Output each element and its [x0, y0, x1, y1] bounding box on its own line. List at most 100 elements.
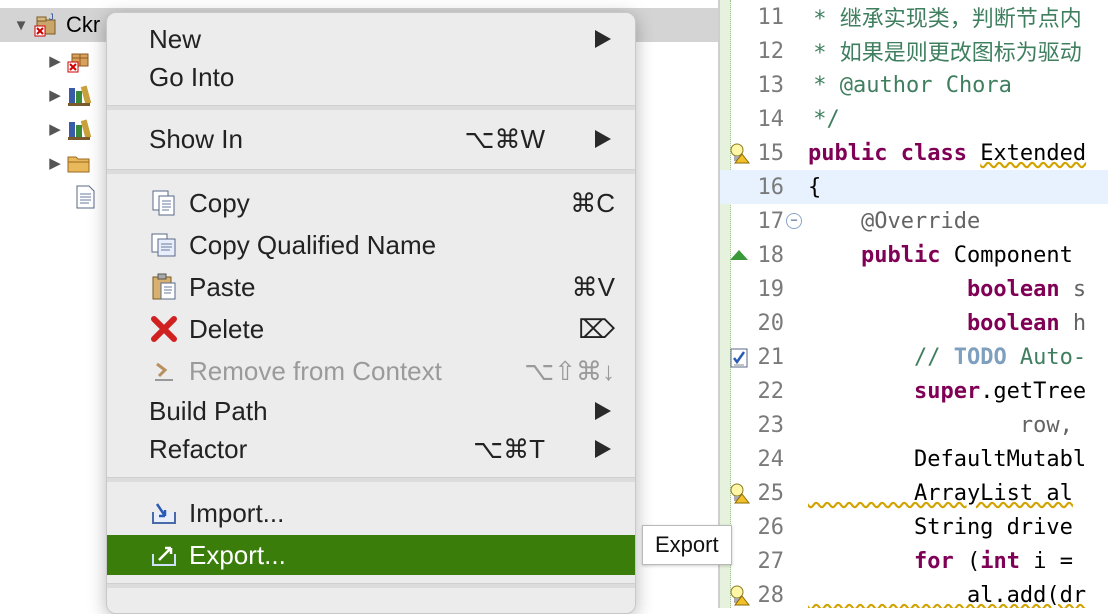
code-keyword: public: [808, 242, 954, 268]
code-text: .getTree: [980, 378, 1087, 404]
library-icon: [68, 119, 92, 140]
tree-row-folder[interactable]: ▶: [0, 146, 92, 180]
line-number: 28: [757, 582, 785, 608]
code-line[interactable]: 23 row,: [720, 408, 1108, 442]
code-line[interactable]: 11 * 继承实现类，判断节点内: [720, 0, 1108, 34]
menu-item-delete[interactable]: Delete ⌦: [107, 309, 635, 349]
tree-row-jre[interactable]: ▶: [0, 78, 92, 112]
code-line[interactable]: 20 boolean h: [720, 306, 1108, 340]
tree-row-lib[interactable]: ▶: [0, 112, 92, 146]
menu-item-copy-qualified-name[interactable]: Copy Qualified Name: [107, 225, 635, 265]
code-text: Component: [953, 242, 1087, 268]
code-line[interactable]: 25 ArrayList al: [720, 476, 1108, 510]
code-keyword: boolean: [808, 276, 1073, 302]
code-keyword: boolean: [808, 310, 1073, 336]
code-line-current[interactable]: 16 {: [720, 170, 1108, 204]
code-text: i =: [1019, 548, 1073, 574]
folder-icon: [67, 156, 90, 173]
disclosure-closed-icon[interactable]: ▶: [48, 87, 62, 104]
submenu-arrow-icon: [595, 30, 611, 48]
code-line[interactable]: 13 * @author Chora: [720, 68, 1108, 102]
menu-separator: [107, 105, 635, 110]
code-text: @Override: [808, 208, 981, 234]
menu-shortcut: ⌥⌘W: [464, 123, 545, 154]
line-number: 16: [757, 174, 785, 200]
disclosure-closed-icon[interactable]: ▶: [48, 155, 62, 172]
code-todo: TODO: [953, 344, 1007, 370]
disclosure-closed-icon[interactable]: ▶: [48, 121, 62, 138]
code-line[interactable]: 14 */: [720, 102, 1108, 136]
menu-item-label: Build Path: [149, 395, 268, 426]
code-text: ArrayList al: [808, 480, 1073, 506]
code-comment: Auto-: [1006, 344, 1087, 370]
code-line[interactable]: 21 // TODO Auto-: [720, 340, 1108, 374]
code-line[interactable]: 28 al.add(dr: [720, 578, 1108, 608]
menu-shortcut: ⌦: [578, 313, 615, 344]
line-number: 26: [757, 514, 785, 540]
code-line[interactable]: 24 DefaultMutabl: [720, 442, 1108, 476]
tree-row-file[interactable]: [0, 180, 98, 214]
code-line[interactable]: 17 − @Override: [720, 204, 1108, 238]
line-number: 15: [757, 140, 785, 166]
menu-item-copy[interactable]: Copy ⌘C: [107, 183, 635, 223]
line-number: 14: [757, 106, 785, 132]
submenu-arrow-icon: [595, 402, 611, 420]
code-line[interactable]: 15 public class Extended: [720, 136, 1108, 170]
menu-item-new[interactable]: New: [107, 19, 635, 59]
code-keyword: int: [980, 548, 1020, 574]
file-icon: [76, 185, 95, 209]
menu-shortcut: ⌘V: [571, 271, 615, 302]
code-text: s: [1072, 276, 1087, 302]
code-line[interactable]: 26 String drive: [720, 510, 1108, 544]
package-error-icon: [67, 53, 89, 73]
line-number: 22: [757, 378, 785, 404]
disclosure-open-icon[interactable]: ▼: [14, 17, 29, 34]
line-number: 11: [757, 4, 785, 30]
code-text: */: [800, 106, 840, 132]
disclosure-closed-icon[interactable]: ▶: [48, 53, 62, 70]
export-icon: [152, 546, 176, 566]
svg-text:J: J: [49, 12, 54, 22]
menu-item-refactor[interactable]: Refactor ⌥⌘T: [107, 429, 635, 469]
code-line[interactable]: 22 super.getTree: [720, 374, 1108, 408]
code-line[interactable]: 27 for (int i =: [720, 544, 1108, 578]
menu-item-remove-from-context[interactable]: Remove from Context ⌥⇧⌘↓: [107, 351, 635, 391]
menu-item-import[interactable]: Import...: [107, 493, 635, 533]
project-label: Ckr: [66, 12, 101, 37]
code-comment: //: [808, 344, 954, 370]
code-line[interactable]: 19 boolean s: [720, 272, 1108, 306]
menu-item-label: Copy: [189, 187, 250, 218]
code-keyword: public class: [808, 140, 981, 166]
code-text: String drive: [808, 514, 1073, 540]
line-number: 24: [757, 446, 785, 472]
menu-item-export[interactable]: Export...: [107, 535, 635, 575]
menu-item-label: Refactor: [149, 433, 248, 464]
menu-item-label: Export...: [189, 539, 286, 570]
menu-item-show-in[interactable]: Show In ⌥⌘W: [107, 119, 635, 159]
menu-item-build-path[interactable]: Build Path: [107, 391, 635, 431]
line-number: 13: [757, 72, 785, 98]
line-number: 19: [757, 276, 785, 302]
menu-item-paste[interactable]: Paste ⌘V: [107, 267, 635, 307]
copy-qualified-icon: [151, 233, 176, 257]
code-line[interactable]: 12 * 如果是则更改图标为驱动: [720, 34, 1108, 68]
line-number: 18: [757, 242, 785, 268]
line-number: 27: [757, 548, 785, 574]
line-number: 23: [757, 412, 785, 438]
context-menu: New Go Into Show In ⌥⌘W Copy ⌘C Copy Qua…: [106, 12, 636, 614]
code-line[interactable]: 18 public Component: [720, 238, 1108, 272]
import-icon: [152, 503, 176, 524]
code-editor[interactable]: 11 * 继承实现类，判断节点内 12 * 如果是则更改图标为驱动 13 * @…: [720, 0, 1108, 608]
menu-separator: [107, 583, 635, 588]
submenu-arrow-icon: [595, 130, 611, 148]
tree-row-src[interactable]: ▶: [0, 44, 92, 78]
fold-collapse-icon[interactable]: −: [786, 213, 802, 229]
delete-icon: [151, 316, 177, 342]
submenu-arrow-icon: [595, 440, 611, 458]
code-text: row,: [808, 412, 1073, 438]
line-number: 17: [757, 208, 785, 234]
code-text: h: [1072, 310, 1087, 336]
paste-icon: [152, 273, 176, 300]
code-text: (: [966, 548, 981, 574]
menu-item-go-into[interactable]: Go Into: [107, 57, 635, 97]
